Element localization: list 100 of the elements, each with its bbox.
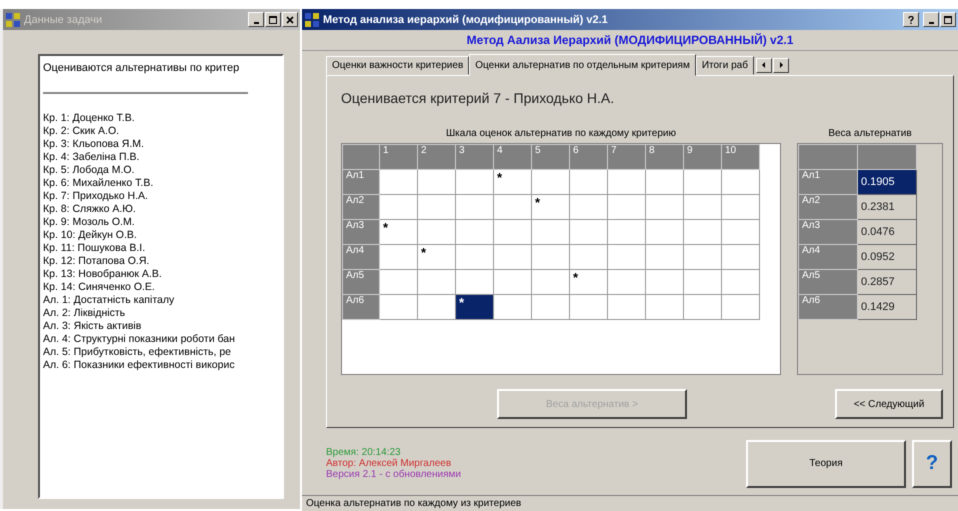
grid-cell[interactable]: [380, 194, 418, 220]
grid-cell[interactable]: [532, 270, 570, 294]
row-header: Ал4: [798, 244, 858, 270]
list-line: Кр. 7: Приходько Н.А.: [43, 190, 148, 202]
grid-cell[interactable]: [532, 170, 570, 194]
grid-cell[interactable]: *: [532, 194, 570, 220]
grid-cell[interactable]: [456, 270, 494, 294]
grid-cell[interactable]: [608, 194, 646, 220]
grid-cell[interactable]: [532, 244, 570, 270]
tab[interactable]: Оценки альтернатив по отдельным критериям: [469, 54, 696, 76]
grid-cell[interactable]: [380, 170, 418, 194]
minimize-icon: [928, 22, 934, 24]
grid-cell[interactable]: [608, 270, 646, 294]
weight-cell[interactable]: 0.1429: [858, 294, 916, 320]
grid-cell[interactable]: *: [494, 170, 532, 194]
grid-cell[interactable]: [456, 194, 494, 220]
grid-cell[interactable]: [456, 170, 494, 194]
grid-cell[interactable]: [494, 220, 532, 244]
list-line: Кр. 6: Михайленко Т.В.: [43, 177, 154, 189]
grid-cell[interactable]: [380, 270, 418, 294]
list-line: Кр. 1: Доценко Т.В.: [43, 112, 135, 124]
list-line: Ал. 1: Достатність капіталу: [43, 294, 174, 306]
grid-cell[interactable]: [418, 294, 456, 320]
grid-cell[interactable]: [456, 220, 494, 244]
grid-cell[interactable]: [646, 244, 684, 270]
grid-cell[interactable]: [684, 194, 722, 220]
grid-cell[interactable]: [722, 294, 760, 320]
weights-title: Веса альтернатив: [828, 128, 912, 139]
grid-cell[interactable]: [570, 170, 608, 194]
list-line: Кр. 9: Мозоль О.М.: [43, 216, 135, 228]
grid-cell[interactable]: [380, 244, 418, 270]
list-line: Кр. 12: Потапова О.Я.: [43, 255, 150, 267]
list-line: Кр. 13: Новобранюк А.В.: [43, 268, 162, 280]
grid-cell[interactable]: [418, 194, 456, 220]
list-line: Ал. 4: Структурні показники роботи бан: [43, 333, 235, 345]
grid-cell[interactable]: *: [456, 294, 494, 320]
grid-cell[interactable]: [570, 220, 608, 244]
grid-cell[interactable]: [608, 170, 646, 194]
grid-cell[interactable]: [418, 220, 456, 244]
grid-cell[interactable]: *: [380, 220, 418, 244]
grid-cell[interactable]: [684, 220, 722, 244]
status-bar: Оценка альтернатив по каждому из критериев: [302, 495, 958, 511]
grid-cell[interactable]: [608, 244, 646, 270]
weight-cell[interactable]: 0.2857: [858, 270, 916, 294]
grid-cell[interactable]: [684, 294, 722, 320]
row-header: Ал2: [342, 194, 380, 220]
grid-cell[interactable]: [684, 170, 722, 194]
grid-cell[interactable]: [494, 294, 532, 320]
grid-cell[interactable]: [722, 270, 760, 294]
scroll-right-button[interactable]: [772, 58, 789, 72]
grid-cell[interactable]: *: [570, 270, 608, 294]
help-title-button[interactable]: [903, 12, 919, 27]
grid-cell[interactable]: [646, 270, 684, 294]
grid-cell[interactable]: [380, 294, 418, 320]
grid-cell[interactable]: *: [418, 244, 456, 270]
grid-cell[interactable]: [722, 194, 760, 220]
grid-cell[interactable]: [570, 244, 608, 270]
list-line: Кр. 3: Кльопова Я.М.: [43, 138, 144, 150]
grid-cell[interactable]: [456, 244, 494, 270]
grid-cell[interactable]: [722, 170, 760, 194]
info-line: Автор: Алексей Миргалеев: [326, 458, 452, 469]
row-header: Ал4: [342, 244, 380, 270]
grid-cell[interactable]: [646, 294, 684, 320]
grid-cell[interactable]: [608, 294, 646, 320]
grid-cell[interactable]: [532, 294, 570, 320]
grid-cell[interactable]: [570, 294, 608, 320]
window-title: Данные задачи: [24, 14, 102, 26]
weight-cell[interactable]: 0.0952: [858, 244, 916, 270]
grid-cell[interactable]: [722, 220, 760, 244]
grid-cell[interactable]: [418, 270, 456, 294]
row-header: Ал2: [798, 194, 858, 220]
column-header: 6: [570, 144, 608, 170]
theory-button[interactable]: Теория: [746, 440, 906, 488]
weight-cell[interactable]: 0.1905: [858, 170, 916, 194]
grid-cell[interactable]: [684, 270, 722, 294]
scroll-left-button[interactable]: [756, 58, 772, 72]
help-button[interactable]: ?: [912, 440, 952, 488]
grid-cell[interactable]: [646, 170, 684, 194]
grid-cell[interactable]: [494, 194, 532, 220]
next-button[interactable]: << Следующий: [835, 389, 943, 419]
grid-cell[interactable]: [722, 244, 760, 270]
grid-cell[interactable]: [494, 244, 532, 270]
grid-cell[interactable]: [532, 220, 570, 244]
grid-cell[interactable]: [646, 194, 684, 220]
column-header: 4: [494, 144, 532, 170]
grid-cell[interactable]: [494, 270, 532, 294]
minimize-button[interactable]: [923, 12, 939, 27]
grid-cell[interactable]: [570, 194, 608, 220]
list-line: Кр. 11: Пошукова В.І.: [43, 242, 146, 254]
weight-cell[interactable]: 0.2381: [858, 194, 916, 220]
maximize-button[interactable]: [940, 12, 956, 27]
grid-cell[interactable]: [418, 170, 456, 194]
grid-cell[interactable]: [608, 220, 646, 244]
grid-cell[interactable]: [646, 220, 684, 244]
weight-cell[interactable]: 0.0476: [858, 220, 916, 244]
tab[interactable]: Итоги раб: [696, 56, 754, 75]
grid-cell[interactable]: [684, 244, 722, 270]
row-header: Ал6: [798, 294, 858, 320]
list-line: Кр. 5: Лобода М.О.: [43, 164, 134, 176]
info-line: Версия 2.1 - с обновлениями: [326, 469, 461, 480]
